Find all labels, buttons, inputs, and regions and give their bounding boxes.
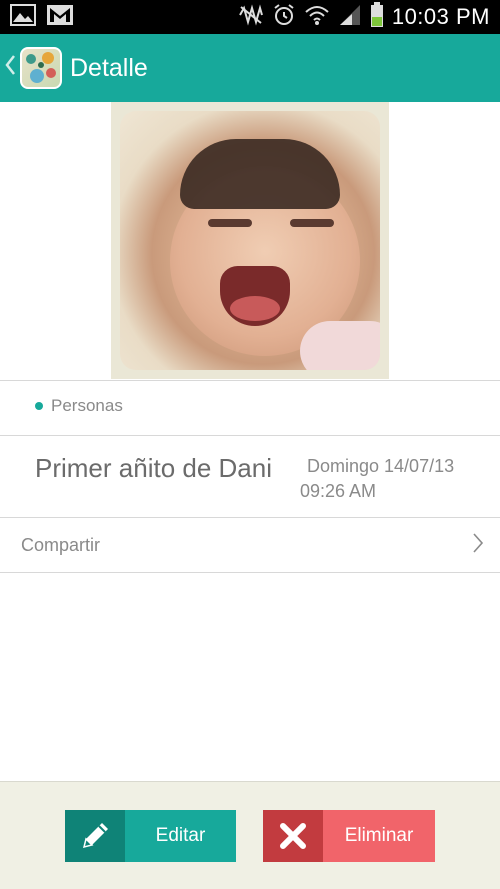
- event-title: Primer añito de Dani: [35, 453, 272, 483]
- bullet-icon: [35, 402, 43, 410]
- delete-button[interactable]: Eliminar: [263, 810, 435, 862]
- page-title: Detalle: [70, 53, 148, 82]
- signal-icon: [338, 4, 362, 31]
- personas-label: Personas: [51, 396, 123, 415]
- event-datetime: Domingo 14/07/13 09:26 AM: [300, 454, 480, 504]
- event-time: 09:26 AM: [300, 481, 377, 501]
- edit-label: Editar: [125, 810, 236, 862]
- event-photo[interactable]: [120, 111, 380, 370]
- status-time: 10:03 PM: [391, 4, 490, 29]
- status-bar: 10:03 PM: [0, 0, 500, 34]
- bottom-action-bar: Editar Eliminar: [0, 781, 500, 889]
- chevron-left-icon[interactable]: [4, 53, 18, 84]
- action-bar: Detalle: [0, 34, 500, 102]
- gmail-icon: [46, 4, 74, 31]
- divider: [0, 435, 500, 436]
- share-label: Compartir: [21, 534, 101, 555]
- divider: [0, 380, 500, 381]
- edit-button[interactable]: Editar: [65, 810, 236, 862]
- photo-frame: [111, 102, 389, 379]
- close-icon: [263, 810, 323, 862]
- pencil-icon: [65, 810, 125, 862]
- delete-label: Eliminar: [323, 810, 435, 862]
- wifi-icon: [304, 4, 330, 31]
- divider: [0, 572, 500, 573]
- alarm-icon: [272, 3, 296, 32]
- chevron-right-icon: [472, 532, 484, 559]
- event-date: Domingo 14/07/13: [307, 456, 455, 476]
- personas-row[interactable]: Personas: [35, 396, 123, 416]
- battery-icon: [370, 1, 384, 33]
- gallery-icon: [10, 3, 36, 31]
- share-row[interactable]: Compartir: [0, 518, 500, 572]
- app-icon[interactable]: [20, 47, 62, 89]
- mute-icon: [238, 3, 264, 31]
